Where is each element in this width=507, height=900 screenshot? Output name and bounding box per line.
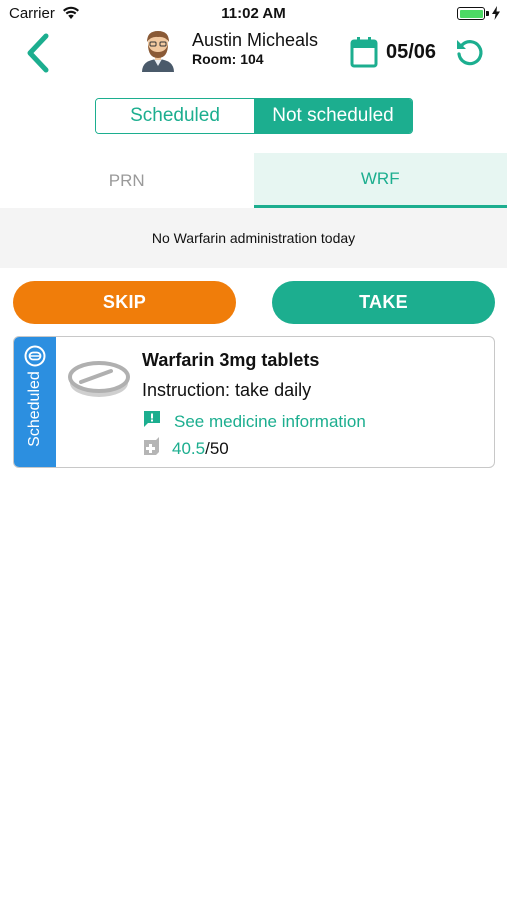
stock-total: /50 (205, 438, 229, 458)
medicine-info-link[interactable]: See medicine information (142, 409, 366, 434)
refresh-button[interactable] (454, 36, 484, 73)
pill-icon (67, 357, 131, 406)
charging-bolt-icon (492, 6, 500, 25)
clock: 11:02 AM (221, 5, 286, 22)
segment-not-scheduled[interactable]: Not scheduled (254, 99, 412, 133)
chevron-left-icon (27, 33, 49, 73)
medicine-name: Warfarin 3mg tablets (142, 350, 320, 370)
tab-prn[interactable]: PRN (0, 153, 254, 208)
date-display[interactable]: 05/06 (386, 41, 436, 64)
medicine-instruction: Instruction: take daily (142, 380, 312, 400)
battery-tip (486, 11, 489, 16)
battery-level (459, 9, 483, 18)
info-message: No Warfarin administration today (0, 208, 507, 268)
message-alert-icon (142, 409, 162, 434)
medicine-box-icon (142, 436, 161, 461)
status-bar: Carrier 11:02 AM (0, 0, 507, 28)
scheduled-label: Scheduled (26, 371, 43, 447)
refresh-icon (457, 40, 483, 66)
back-button[interactable] (22, 32, 54, 74)
avatar-icon (142, 31, 174, 72)
schedule-segmented-control: Scheduled Not scheduled (95, 98, 413, 134)
calendar-icon (350, 37, 378, 68)
stock-current: 40.5 (172, 438, 206, 458)
patient-header: Austin Micheals Room: 104 05/06 (0, 28, 507, 78)
medication-tabs: PRN WRF (0, 153, 507, 208)
battery-icon (457, 7, 485, 20)
pill-badge-icon (24, 345, 46, 372)
room-number: Room: 104 (192, 51, 264, 67)
info-link-text: See medicine information (174, 411, 366, 431)
take-button[interactable]: TAKE (272, 281, 495, 324)
stock-row: 40.5 /50 (142, 436, 229, 461)
calendar-button[interactable] (350, 36, 378, 73)
avatar (136, 28, 180, 72)
skip-button[interactable]: SKIP (13, 281, 236, 324)
medicine-card[interactable]: Scheduled Warfarin 3mg tablets Instructi… (13, 336, 495, 468)
patient-name: Austin Micheals (192, 30, 319, 50)
segment-scheduled[interactable]: Scheduled (96, 99, 254, 133)
scheduled-strip: Scheduled (14, 337, 56, 467)
tab-wrf[interactable]: WRF (253, 153, 507, 208)
